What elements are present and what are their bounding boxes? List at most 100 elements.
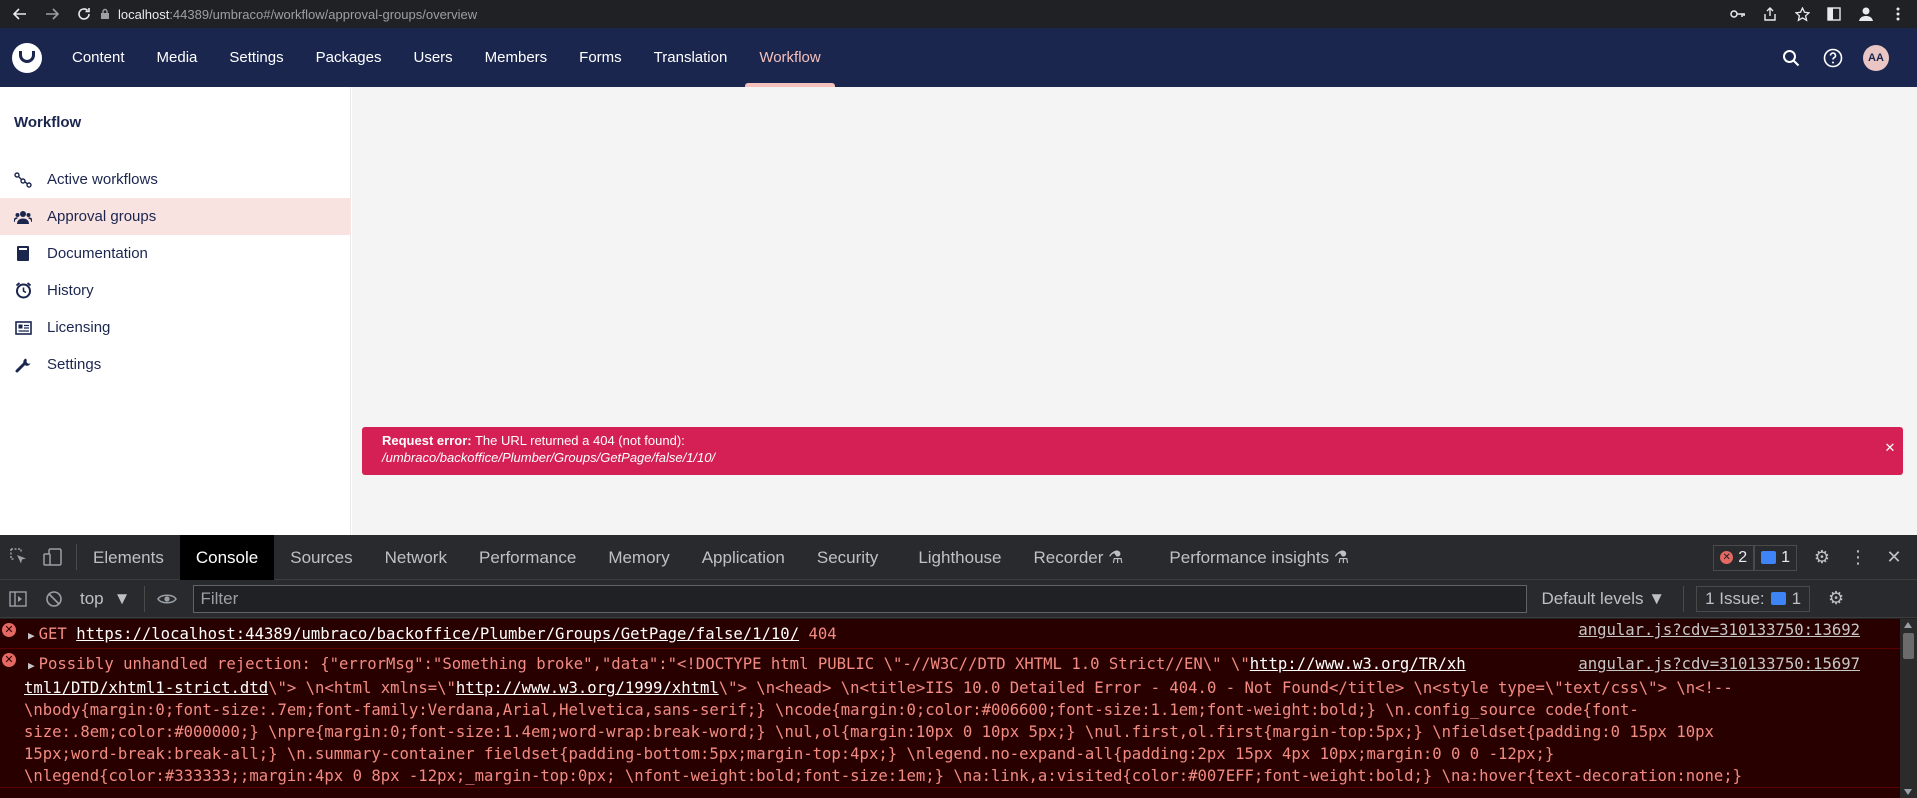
tab-console[interactable]: Console [179, 534, 275, 580]
request-method: GET [38, 625, 67, 643]
tab-network[interactable]: Network [369, 535, 463, 580]
console-error-row[interactable]: ✕ angular.js?cdv=310133750:15697 ▶ Possib… [0, 649, 1900, 788]
devtools-panel: Elements Console Sources Network Perform… [0, 534, 1917, 798]
log-text: size:.8em;color:#000000;} \npre{margin:0… [24, 723, 1714, 741]
tree-item-label: Settings [47, 356, 102, 373]
caret-down-icon: ▼ [113, 588, 131, 608]
scroll-up-icon[interactable] [1904, 622, 1912, 628]
tree-item-label: Documentation [47, 245, 148, 262]
error-notification: Request error: The URL returned a 404 (n… [362, 427, 1903, 475]
levels-label: Default levels [1541, 588, 1644, 608]
console-error-row[interactable]: ✕ ▶ GET https://localhost:44389/umbraco/b… [0, 619, 1900, 649]
message-icon [1761, 551, 1777, 564]
xhtml-ns-link[interactable]: http://www.w3.org/1999/xhtml [456, 679, 719, 697]
section-packages[interactable]: Packages [300, 28, 398, 87]
devtools-tabbar: Elements Console Sources Network Perform… [0, 534, 1917, 580]
section-settings[interactable]: Settings [213, 28, 299, 87]
scroll-down-icon[interactable] [1904, 789, 1912, 795]
forward-icon[interactable] [40, 2, 64, 26]
section-translation[interactable]: Translation [638, 28, 744, 87]
log-text: \nlegend{color:#333333;;margin:4px 0 8px… [24, 767, 1743, 785]
tab-performance-insights-label: Performance insights [1169, 547, 1330, 567]
issues-label: 1 Issue: [1705, 588, 1765, 608]
profile-icon[interactable] [1857, 5, 1875, 23]
tab-performance[interactable]: Performance [463, 535, 592, 580]
tab-sources[interactable]: Sources [274, 535, 368, 580]
expand-triangle-icon[interactable]: ▶ [28, 659, 35, 672]
notification-title: Request error: [382, 433, 472, 448]
error-count: 2 [1738, 548, 1748, 566]
section-users[interactable]: Users [397, 28, 468, 87]
close-icon[interactable]: ✕ [1883, 441, 1897, 455]
search-icon[interactable] [1779, 46, 1803, 70]
source-link[interactable]: angular.js?cdv=310133750:13692 [1572, 619, 1860, 641]
section-content[interactable]: Content [56, 28, 141, 87]
tab-recorder[interactable]: Recorder ⚗ [1018, 535, 1140, 580]
tree-title: Workflow [14, 114, 82, 131]
back-icon[interactable] [8, 2, 32, 26]
console-settings-icon[interactable]: ⚙ [1824, 587, 1848, 611]
source-link[interactable]: angular.js?cdv=310133750:15697 [1572, 653, 1860, 675]
tree-item-approval-groups[interactable]: Approval groups [0, 198, 351, 235]
gear-icon[interactable]: ⚙ [1811, 547, 1833, 569]
tab-elements[interactable]: Elements [77, 535, 180, 580]
tree-item-documentation[interactable]: Documentation [0, 235, 351, 272]
console-scrollbar[interactable] [1900, 619, 1917, 798]
menu-icon[interactable] [1889, 5, 1907, 23]
section-workflow[interactable]: Workflow [743, 28, 836, 87]
browser-toolbar: localhost:44389/umbraco#/workflow/approv… [0, 0, 1917, 28]
tab-performance-insights[interactable]: Performance insights ⚗ [1153, 535, 1365, 580]
dtd-link[interactable]: http://www.w3.org/TR/xh [1250, 655, 1466, 673]
sidebar-toggle-icon[interactable] [6, 587, 30, 611]
log-levels-dropdown[interactable]: Default levels ▼ [1541, 585, 1685, 612]
main-content: Request error: The URL returned a 404 (n… [352, 87, 1917, 535]
request-url-link[interactable]: https://localhost:44389/umbraco/backoffi… [76, 625, 799, 643]
log-text: \nbody{margin:0;font-size:.7em;font-fami… [24, 701, 1639, 719]
tab-security[interactable]: Security [801, 535, 894, 580]
error-count-badge[interactable]: ✕ 2 [1713, 544, 1755, 571]
section-members[interactable]: Members [469, 28, 564, 87]
sidepanel-icon[interactable] [1825, 5, 1843, 23]
context-selector[interactable]: top ▼ [80, 585, 146, 612]
notification-message: The URL returned a 404 (not found): [474, 433, 685, 448]
inspect-icon[interactable] [8, 546, 30, 568]
flask-icon: ⚗ [1333, 547, 1350, 567]
tree-item-history[interactable]: History [0, 272, 351, 309]
message-count-badge[interactable]: 1 [1754, 544, 1797, 571]
tree-item-label: Licensing [47, 319, 111, 336]
clear-console-icon[interactable] [42, 587, 66, 611]
tab-memory[interactable]: Memory [592, 535, 685, 580]
umbraco-logo-icon[interactable] [12, 43, 42, 73]
device-toolbar-icon[interactable] [42, 546, 64, 568]
wrench-icon [14, 356, 32, 374]
tree-item-label: History [47, 282, 94, 299]
tab-recorder-label: Recorder [1033, 547, 1104, 567]
console-filter-input[interactable]: Filter [193, 584, 1528, 613]
kebab-menu-icon[interactable]: ⋮ [1847, 547, 1869, 569]
issues-button[interactable]: 1 Issue: 1 [1696, 585, 1811, 612]
eye-icon[interactable] [155, 587, 179, 611]
tab-lighthouse[interactable]: Lighthouse [902, 535, 1017, 580]
tree-item-licensing[interactable]: Licensing [0, 309, 351, 346]
reload-icon[interactable] [72, 2, 96, 26]
close-icon[interactable]: ✕ [1883, 547, 1905, 569]
error-icon: ✕ [2, 653, 16, 667]
avatar[interactable]: AA [1863, 44, 1889, 71]
section-tree: Workflow Active workflows Approval group… [0, 87, 351, 535]
tree-item-settings[interactable]: Settings [0, 346, 351, 383]
star-icon[interactable] [1793, 5, 1811, 23]
dtd-link-cont[interactable]: tml1/DTD/xhtml1-strict.dtd [24, 679, 268, 697]
request-status: 404 [808, 625, 837, 643]
notification-path: /umbraco/backoffice/Plumber/Groups/GetPa… [382, 450, 716, 465]
key-icon[interactable] [1729, 5, 1747, 23]
address-bar[interactable]: localhost:44389/umbraco#/workflow/approv… [100, 2, 477, 26]
share-icon[interactable] [1761, 5, 1779, 23]
scroll-thumb[interactable] [1903, 633, 1914, 659]
tab-application[interactable]: Application [686, 535, 801, 580]
url-path: :44389/umbraco#/workflow/approval-groups… [169, 6, 478, 22]
help-icon[interactable] [1821, 46, 1845, 70]
tree-item-active-workflows[interactable]: Active workflows [0, 161, 351, 198]
section-media[interactable]: Media [141, 28, 214, 87]
section-forms[interactable]: Forms [563, 28, 638, 87]
expand-triangle-icon[interactable]: ▶ [28, 629, 35, 642]
